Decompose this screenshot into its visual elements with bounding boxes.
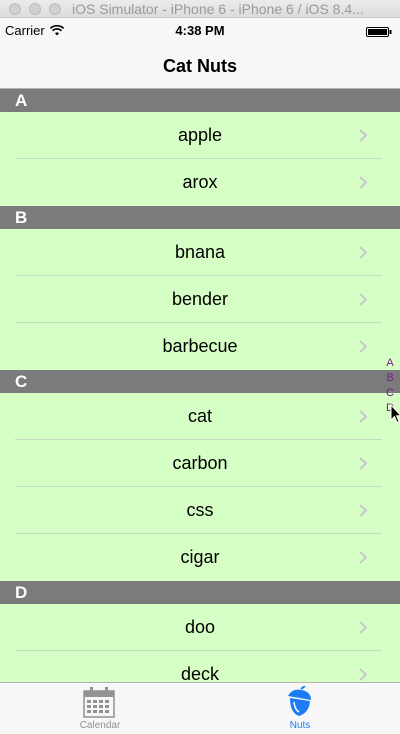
chevron-right-icon (359, 457, 367, 470)
status-time: 4:38 PM (175, 23, 225, 38)
table-row[interactable]: arox (0, 159, 400, 206)
tab-bar: Calendar Nuts (0, 682, 400, 734)
index-letter[interactable]: B (385, 371, 395, 386)
row-label: cigar (180, 547, 220, 567)
nuts-table[interactable]: A apple arox B bnana bender barbecue C c… (0, 89, 400, 682)
tab-nuts[interactable]: Nuts (200, 683, 400, 734)
chevron-right-icon (359, 293, 367, 306)
chevron-right-icon (359, 668, 367, 681)
chevron-right-icon (359, 129, 367, 142)
table-row[interactable]: bnana (0, 229, 400, 276)
chevron-right-icon (359, 621, 367, 634)
table-row[interactable]: barbecue (0, 323, 400, 370)
chevron-right-icon (359, 340, 367, 353)
mouse-cursor-icon (390, 404, 400, 424)
navigation-bar: Cat Nuts (0, 44, 400, 89)
table-row[interactable]: css (0, 487, 400, 534)
table-row[interactable]: doo (0, 604, 400, 651)
table-row[interactable]: cigar (0, 534, 400, 581)
index-letter[interactable]: A (385, 356, 395, 371)
row-label: bender (171, 289, 229, 309)
section-header: D (0, 581, 400, 604)
row-label: barbecue (162, 336, 238, 356)
chevron-right-icon (359, 551, 367, 564)
zoom-window-button[interactable] (49, 3, 61, 15)
row-label: doo (184, 617, 216, 637)
table-row[interactable]: apple (0, 112, 400, 159)
battery-icon (366, 27, 392, 37)
tab-label: Nuts (289, 720, 311, 731)
minimize-window-button[interactable] (29, 3, 41, 15)
window-title: iOS Simulator - iPhone 6 - iPhone 6 / iO… (72, 1, 364, 17)
status-bar: Carrier 4:38 PM (0, 18, 400, 44)
section-header: C (0, 370, 400, 393)
row-label: cat (187, 406, 212, 426)
row-label: carbon (172, 453, 228, 473)
table-row[interactable]: carbon (0, 440, 400, 487)
acorn-icon (288, 686, 311, 716)
table-row[interactable]: cat (0, 393, 400, 440)
chevron-right-icon (359, 176, 367, 189)
row-label: deck (180, 664, 220, 682)
row-label: apple (177, 125, 223, 145)
section-header: B (0, 206, 400, 229)
row-label: css (186, 500, 214, 520)
chevron-right-icon (359, 410, 367, 423)
calendar-icon (83, 687, 115, 718)
row-label: arox (182, 172, 218, 192)
page-title: Cat Nuts (162, 56, 237, 76)
tab-label: Calendar (79, 720, 121, 731)
section-header: A (0, 89, 400, 112)
row-label: bnana (174, 242, 226, 262)
close-window-button[interactable] (9, 3, 21, 15)
index-letter[interactable]: C (385, 386, 395, 401)
chevron-right-icon (359, 504, 367, 517)
table-row[interactable]: deck (0, 651, 400, 682)
tab-calendar[interactable]: Calendar (0, 683, 200, 734)
chevron-right-icon (359, 246, 367, 259)
table-row[interactable]: bender (0, 276, 400, 323)
window-titlebar: iOS Simulator - iPhone 6 - iPhone 6 / iO… (0, 0, 400, 18)
simulator-window: iOS Simulator - iPhone 6 - iPhone 6 / iO… (0, 0, 400, 734)
